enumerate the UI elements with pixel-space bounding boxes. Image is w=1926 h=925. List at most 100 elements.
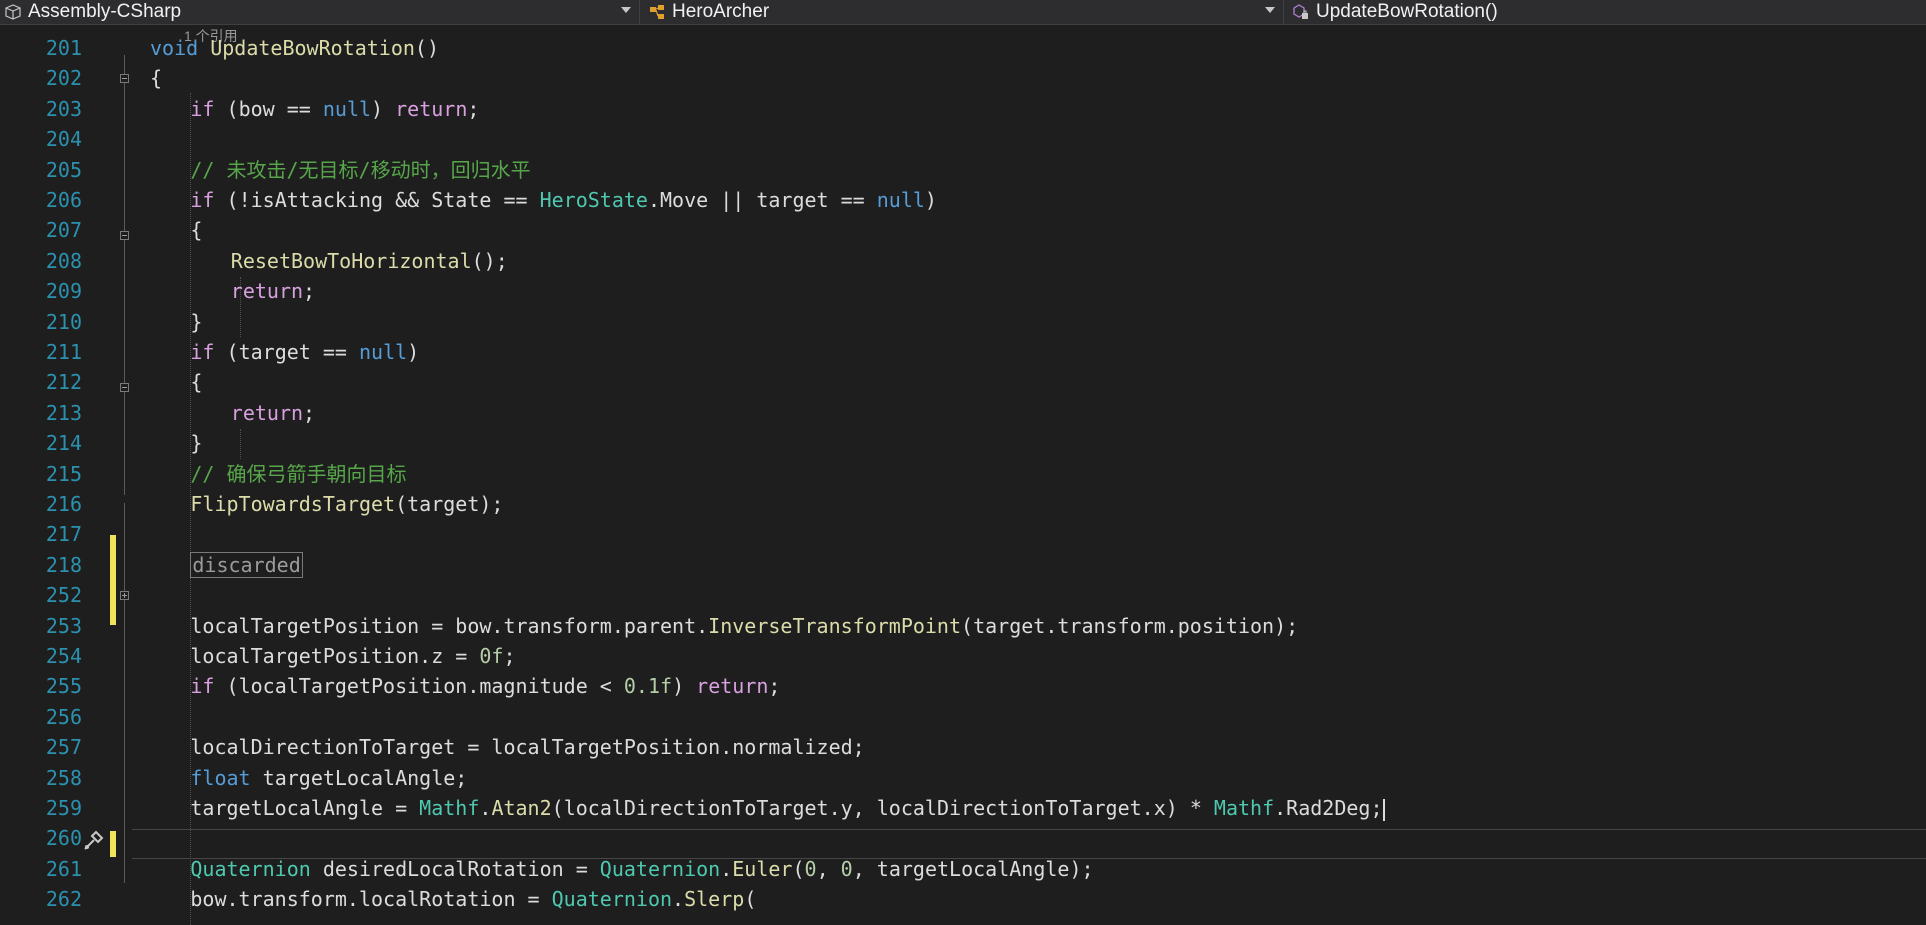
code-token: . xyxy=(479,796,492,820)
code-line[interactable]: bow.transform.localRotation = Quaternion… xyxy=(190,884,756,914)
code-token: FlipTowardsTarget xyxy=(190,492,396,516)
line-number: 210 xyxy=(45,309,82,334)
member-name: UpdateBowRotation() xyxy=(1316,1,1498,22)
code-token: Quaternion xyxy=(599,856,721,881)
code-line[interactable]: if (bow == null) return; xyxy=(190,94,479,124)
code-line[interactable]: { xyxy=(150,63,162,93)
line-number: 206 xyxy=(45,188,82,212)
code-token: HeroState xyxy=(539,188,648,212)
code-token: (localTargetPosition.magnitude < xyxy=(214,674,624,699)
code-line[interactable]: // 确保弓箭手朝向目标 xyxy=(190,459,406,489)
code-editor[interactable]: 1 个引用 201 202 203 204 205 206 207 208 209 210 211 2… xyxy=(0,25,1926,925)
line-number: 215 xyxy=(45,461,82,486)
line-number: 254 xyxy=(45,644,82,668)
code-token: void xyxy=(150,36,199,60)
line-number: 208 xyxy=(45,248,82,273)
code-token: 0f xyxy=(479,644,504,668)
code-token: ) xyxy=(672,674,697,699)
project-icon xyxy=(5,4,21,20)
code-token: if xyxy=(190,188,215,212)
code-token: .Move || target == xyxy=(647,188,877,212)
text-cursor xyxy=(1382,798,1385,821)
member-dropdown[interactable]: UpdateBowRotation() xyxy=(1288,0,1926,24)
code-token: localTargetPosition.z = xyxy=(190,644,480,668)
change-marker xyxy=(110,831,116,857)
code-token: Euler xyxy=(732,856,793,881)
code-token: bow.transform.localRotation = xyxy=(190,887,552,912)
code-token: (target); xyxy=(395,492,504,516)
code-line[interactable]: ResetBowToHorizontal(); xyxy=(231,246,508,276)
code-line[interactable]: if (target == null) xyxy=(190,337,419,367)
code-token: UpdateBowRotation xyxy=(210,36,415,60)
fold-bracket xyxy=(124,55,125,495)
quick-action-icon[interactable] xyxy=(82,830,104,852)
code-token: (target == xyxy=(214,340,359,364)
code-token: Mathf xyxy=(419,796,480,820)
code-line[interactable]: FlipTowardsTarget(target); xyxy=(190,489,503,519)
code-token: } xyxy=(190,431,203,456)
collapse-icon[interactable] xyxy=(120,74,129,83)
line-number: 211 xyxy=(45,340,82,364)
code-token: desiredLocalRotation = xyxy=(310,856,600,881)
code-token: ) xyxy=(407,340,420,364)
code-line[interactable]: localTargetPosition = bow.transform.pare… xyxy=(190,611,1298,641)
line-number: 258 xyxy=(45,765,82,790)
code-token: if xyxy=(190,340,215,364)
navigation-bar: Assembly-CSharp HeroArcher UpdateBowRota… xyxy=(0,0,1926,25)
code-line[interactable]: float targetLocalAngle; xyxy=(190,763,467,793)
line-number: 209 xyxy=(45,279,82,304)
code-line[interactable]: // 未攻击/无目标/移动时，回归水平 xyxy=(190,155,530,185)
line-number: 255 xyxy=(45,674,82,699)
code-token: Mathf xyxy=(1213,796,1275,820)
class-dropdown[interactable]: HeroArcher xyxy=(644,0,1284,24)
collapse-icon[interactable] xyxy=(120,231,129,240)
code-token: { xyxy=(190,370,203,395)
code-line[interactable]: { xyxy=(190,367,202,397)
code-line[interactable]: Quaternion desiredLocalRotation = Quater… xyxy=(190,854,1093,884)
line-number: 207 xyxy=(45,218,82,243)
code-token: return xyxy=(696,674,769,699)
code-token: ) xyxy=(371,96,396,121)
code-token: .Rad2Deg; xyxy=(1274,796,1383,820)
class-icon xyxy=(650,5,664,19)
code-token: { xyxy=(150,66,163,91)
collapsed-region[interactable]: discarded xyxy=(190,551,303,578)
fold-bracket xyxy=(124,503,125,883)
method-icon xyxy=(1293,4,1308,19)
chevron-down-icon xyxy=(1265,7,1275,13)
code-token: (target.transform.position); xyxy=(961,613,1299,638)
code-line[interactable]: if (localTargetPosition.magnitude < 0.1f… xyxy=(190,671,780,701)
project-dropdown[interactable]: Assembly-CSharp xyxy=(0,0,640,24)
code-token: // 未攻击/无目标/移动时，回归水平 xyxy=(190,157,531,182)
code-line[interactable]: } xyxy=(190,307,202,337)
line-number: 201 xyxy=(45,36,82,60)
line-number: 218 xyxy=(45,552,82,577)
code-token: 0 xyxy=(804,856,817,881)
code-token: ; xyxy=(467,96,480,121)
line-number: 213 xyxy=(45,400,82,425)
code-line[interactable]: discarded xyxy=(190,550,303,580)
code-line[interactable]: if (!isAttacking && State == HeroState.M… xyxy=(190,185,937,215)
code-line[interactable]: localTargetPosition.z = 0f; xyxy=(190,641,515,671)
line-number: 261 xyxy=(45,856,82,881)
code-line[interactable]: return; xyxy=(231,276,315,306)
code-token: (bow == xyxy=(214,96,323,121)
code-line[interactable]: { xyxy=(190,215,202,245)
code-line[interactable]: localDirectionToTarget = localTargetPosi… xyxy=(190,732,864,762)
project-name: Assembly-CSharp xyxy=(28,1,182,22)
code-line[interactable]: targetLocalAngle = Mathf.Atan2(localDire… xyxy=(190,793,1385,823)
code-token: , targetLocalAngle); xyxy=(852,856,1094,881)
code-token: . xyxy=(672,887,685,912)
line-number: 216 xyxy=(45,492,82,516)
code-line[interactable]: } xyxy=(190,428,202,458)
code-token: (localDirectionToTarget.y, localDirectio… xyxy=(551,796,1214,820)
line-number: 217 xyxy=(45,522,82,547)
code-token: null xyxy=(876,188,925,212)
expand-icon[interactable] xyxy=(120,591,129,600)
code-line[interactable]: return; xyxy=(231,398,315,428)
collapse-icon[interactable] xyxy=(120,383,129,392)
code-token: (!isAttacking && State == xyxy=(214,188,540,212)
code-line[interactable]: void UpdateBowRotation() xyxy=(150,33,439,63)
line-number: 260 xyxy=(45,826,82,851)
